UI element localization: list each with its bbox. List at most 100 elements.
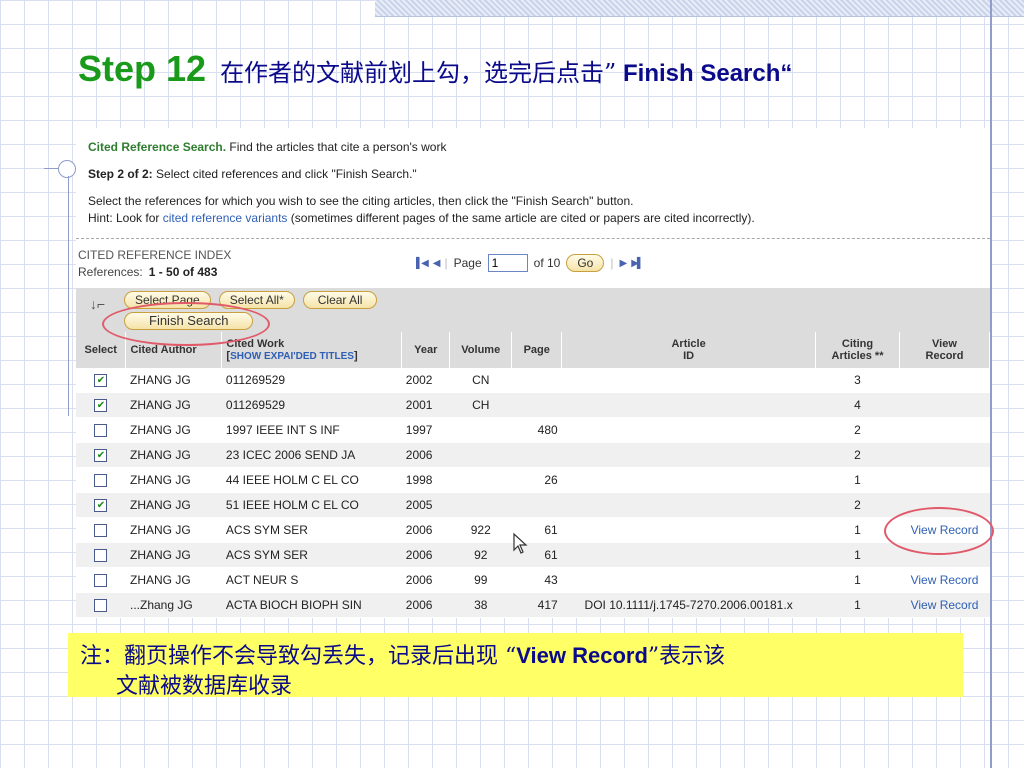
- reference-count-value: 1 - 50 of 483: [148, 265, 218, 279]
- panel-heading-bold: Cited Reference Search.: [88, 140, 227, 154]
- col-article-id-line1: Article: [671, 338, 706, 350]
- citing-articles-text: 1: [854, 548, 861, 562]
- cited-author-text: ZHANG JG: [129, 573, 191, 587]
- select-checkbox[interactable]: [94, 424, 108, 438]
- year-cell: 2001: [401, 392, 450, 418]
- page-cell: [511, 492, 562, 518]
- cited-work-cell: 1997 IEEE INT S INF: [221, 417, 402, 443]
- select-cell: [76, 542, 126, 568]
- view-record-cell: [899, 417, 990, 443]
- select-checkbox[interactable]: [94, 524, 108, 538]
- finish-search-highlight: [102, 302, 270, 346]
- citing-articles-cell: 2: [815, 442, 900, 468]
- page-label: Page: [453, 256, 482, 270]
- volume-text: CH: [472, 398, 490, 412]
- year-cell: 1997: [401, 417, 450, 443]
- select-checkbox[interactable]: ✔: [94, 399, 108, 413]
- volume-cell: 92: [449, 542, 512, 568]
- show-expanded-titles-link[interactable]: SHOW EXPAI'DED TITLES: [230, 351, 354, 362]
- page-number-input[interactable]: [487, 254, 528, 272]
- cited-author-text: ZHANG JG: [129, 498, 191, 512]
- table-row: ✔ ZHANG JG 23 ICEC 2006 SEND JA 2006 2: [76, 442, 990, 468]
- select-cell: ✔: [76, 392, 126, 418]
- select-checkbox[interactable]: [94, 549, 108, 563]
- page-total-label: of 10: [533, 256, 561, 270]
- cited-author-cell: ZHANG JG: [125, 517, 222, 543]
- volume-cell: 38: [449, 592, 512, 618]
- first-page-icon[interactable]: ▌◀: [416, 258, 429, 269]
- col-citing-articles: Citing Articles **: [815, 332, 900, 368]
- citing-articles-cell: 3: [815, 368, 900, 393]
- select-checkbox[interactable]: [94, 574, 108, 588]
- go-button[interactable]: Go: [566, 254, 605, 272]
- article-id-cell: [561, 467, 816, 493]
- year-text: 2002: [405, 373, 433, 387]
- select-checkbox[interactable]: [94, 599, 108, 613]
- page-cell: 417: [511, 592, 562, 618]
- year-cell: 2006: [401, 442, 450, 468]
- select-cell: ✔: [76, 368, 126, 393]
- prev-page-icon[interactable]: ◀: [433, 258, 441, 269]
- page-text: 43: [544, 573, 558, 587]
- step-line-bold: Step 2 of 2:: [88, 167, 153, 181]
- select-checkbox[interactable]: ✔: [94, 449, 108, 463]
- view-record-link[interactable]: View Record: [911, 573, 979, 587]
- decoration-circle: [58, 160, 76, 178]
- year-text: 2006: [405, 523, 433, 537]
- cited-author-text: ...Zhang JG: [129, 598, 193, 612]
- select-checkbox[interactable]: ✔: [94, 374, 108, 388]
- panel-heading: Cited Reference Search. Find the article…: [88, 140, 446, 154]
- view-record-link[interactable]: View Record: [911, 598, 979, 612]
- citing-articles-cell: 2: [815, 417, 900, 443]
- instruction-finish-search: Finish Search“: [616, 60, 793, 87]
- volume-cell: [449, 417, 512, 443]
- article-id-cell: [561, 442, 816, 468]
- note-view-record: View Record: [516, 643, 648, 668]
- select-cell: ✔: [76, 442, 126, 468]
- cited-author-text: ZHANG JG: [129, 523, 191, 537]
- volume-text: 92: [474, 548, 488, 562]
- year-text: 2006: [405, 548, 433, 562]
- cited-author-cell: ...Zhang JG: [125, 592, 222, 618]
- clear-all-button[interactable]: Clear All: [302, 291, 378, 309]
- cited-reference-variants-link[interactable]: cited reference variants: [163, 211, 288, 225]
- cited-author-cell: ZHANG JG: [125, 392, 222, 418]
- note-suffix: ”表示该: [647, 644, 726, 669]
- view-record-cell: [899, 392, 990, 418]
- cited-work-cell: ACS SYM SER: [221, 517, 402, 543]
- right-decoration-line: [990, 0, 992, 768]
- col-view-line2: Record: [925, 350, 964, 362]
- table-row: ✔ ZHANG JG 011269529 2002 CN 3: [76, 368, 990, 393]
- select-checkbox[interactable]: ✔: [94, 499, 108, 513]
- view-record-cell: [899, 442, 990, 468]
- article-id-cell: [561, 392, 816, 418]
- cited-work-cell: 51 IEEE HOLM C EL CO: [221, 492, 402, 518]
- cited-work-cell: ACT NEUR S: [221, 567, 402, 593]
- select-cell: ✔: [76, 492, 126, 518]
- citing-articles-text: 2: [854, 423, 861, 437]
- article-id-text: DOI 10.1111/j.1745-7270.2006.00181.x: [584, 598, 793, 612]
- cited-author-cell: ZHANG JG: [125, 542, 222, 568]
- cited-author-text: ZHANG JG: [129, 398, 191, 412]
- table-row: ...Zhang JG ACTA BIOCH BIOPH SIN 2006 38 417…: [76, 592, 990, 618]
- mouse-cursor-icon: [513, 532, 528, 554]
- citing-articles-text: 1: [854, 598, 861, 612]
- year-cell: 2002: [401, 368, 450, 393]
- view-record-cell: View Record: [899, 592, 990, 618]
- cited-author-cell: ZHANG JG: [125, 492, 222, 518]
- hint-line: Hint: Look for cited reference variants …: [88, 211, 755, 225]
- last-page-icon[interactable]: ▶▌: [631, 258, 644, 269]
- page-text: 61: [544, 548, 558, 562]
- step-number: Step 12: [78, 48, 207, 89]
- page-text: 26: [544, 473, 558, 487]
- reference-count: References: 1 - 50 of 483: [78, 265, 217, 279]
- next-page-icon[interactable]: ▶: [619, 258, 627, 269]
- year-text: 1997: [405, 423, 433, 437]
- cited-reference-panel: Cited Reference Search. Find the article…: [76, 128, 991, 618]
- volume-text: 38: [474, 598, 488, 612]
- citing-articles-cell: 1: [815, 542, 900, 568]
- select-checkbox[interactable]: [94, 474, 108, 488]
- view-record-highlight: [884, 507, 994, 555]
- cited-author-cell: ZHANG JG: [125, 567, 222, 593]
- page-cell: 480: [511, 417, 562, 443]
